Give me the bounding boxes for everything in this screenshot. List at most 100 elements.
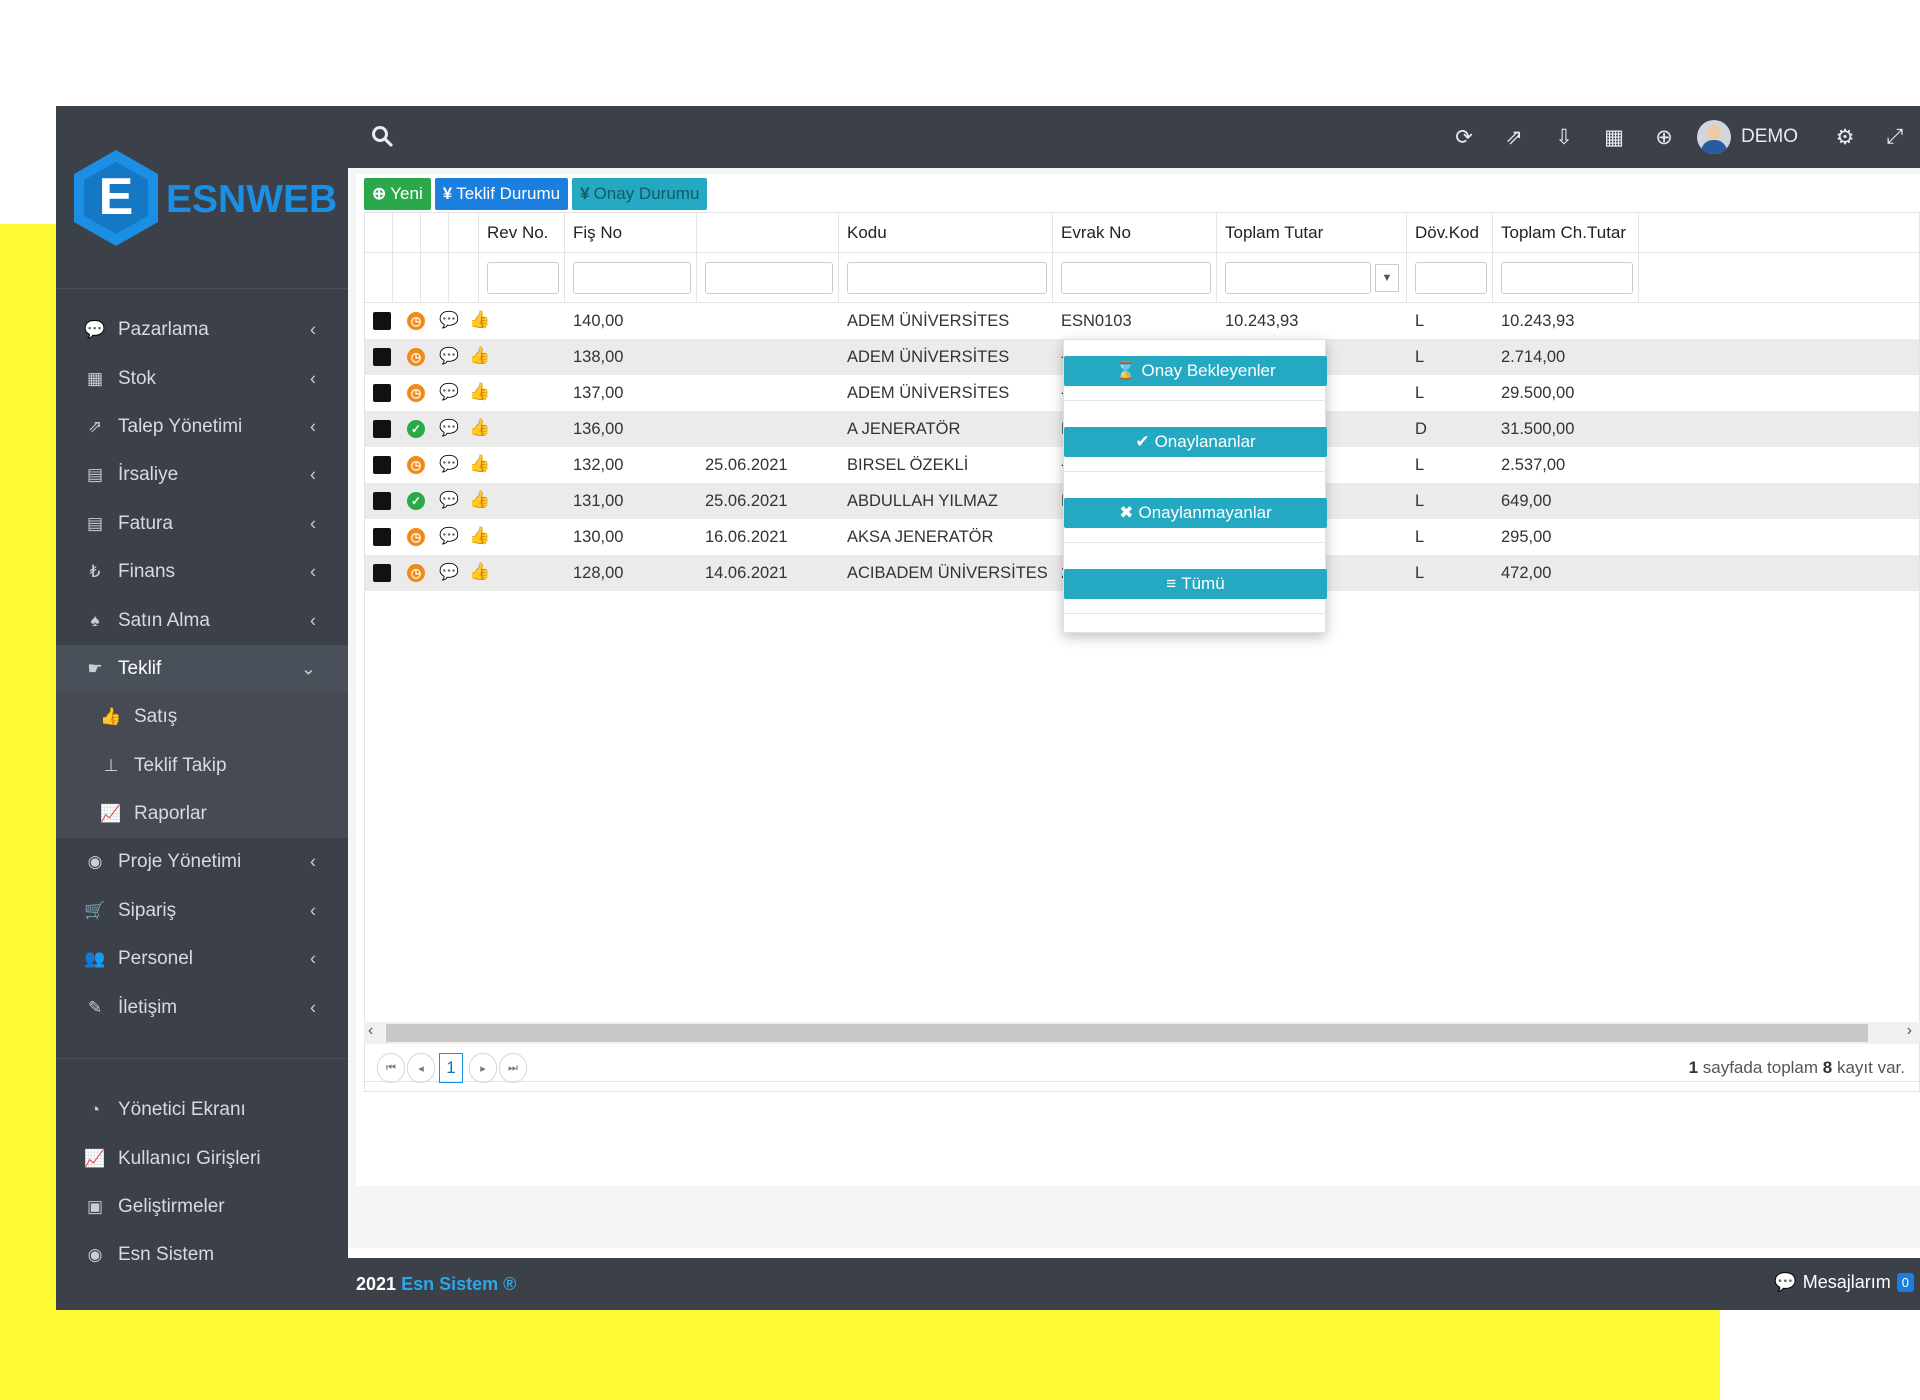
sidebar-item-satış[interactable]: 👍 Satış — [56, 693, 348, 742]
messages-link[interactable]: 💬 Mesajlarım 0 — [1774, 1272, 1914, 1293]
filter-input[interactable] — [573, 261, 691, 294]
thumbs-up-icon[interactable]: 👍 — [469, 454, 490, 473]
share-icon[interactable]: ⇗ — [1489, 125, 1539, 150]
clock-icon[interactable]: ◷ — [407, 528, 425, 546]
filter-input[interactable] — [1501, 261, 1633, 294]
dropdown-item[interactable]: ✖ Onaylanmayanlar — [1064, 498, 1327, 528]
scroll-right-icon[interactable]: › — [1907, 1022, 1912, 1040]
copy-icon[interactable] — [373, 420, 391, 438]
first-page-button[interactable]: ⏮ — [377, 1053, 405, 1083]
comments-icon[interactable]: 💬 — [439, 490, 459, 509]
scrollbar-thumb[interactable] — [386, 1024, 1868, 1042]
table-row[interactable]: ◷ 💬 👍 140,00 ADEM ÜNİVERSİTES ESN0103 10.243,9… — [365, 303, 1919, 339]
filter-cell — [565, 253, 697, 302]
sidebar-item-proje-yönetimi[interactable]: ◉ Proje Yönetimi ‹ — [56, 838, 348, 886]
copy-icon[interactable] — [373, 456, 391, 474]
dropdown-item[interactable]: ≡ Tümü — [1064, 569, 1327, 599]
plus-circle-icon[interactable]: ⊕ — [1639, 125, 1689, 150]
prev-page-button[interactable]: ◂ — [407, 1053, 435, 1083]
horizontal-scrollbar[interactable]: ‹ › — [364, 1022, 1920, 1044]
fullscreen-icon[interactable]: ⤢ — [1870, 125, 1920, 149]
sidebar-item-personel[interactable]: 👥 Personel ‹ — [56, 935, 348, 983]
onay-durumu-button[interactable]: ¥ Onay Durumu — [572, 178, 708, 210]
thumbs-up-icon[interactable]: 👍 — [469, 562, 490, 581]
clock-icon[interactable]: ◷ — [407, 384, 425, 402]
sidebar-item-i-rsaliye[interactable]: ▤ İrsaliye ‹ — [56, 451, 348, 499]
check-circle-icon[interactable]: ✓ — [407, 420, 425, 438]
column-header[interactable]: Fiş No — [565, 213, 697, 252]
sidebar-item-teklif-takip[interactable]: ⊥ Teklif Takip — [56, 741, 348, 790]
thumbs-up-icon[interactable]: 👍 — [469, 526, 490, 545]
filter-input[interactable] — [1061, 261, 1211, 294]
sidebar-item-raporlar[interactable]: 📈 Raporlar — [56, 789, 348, 839]
copy-icon[interactable] — [373, 564, 391, 582]
column-header[interactable] — [697, 213, 839, 252]
user-name[interactable]: DEMO — [1741, 126, 1798, 148]
filter-input[interactable] — [705, 261, 833, 294]
scroll-left-icon[interactable]: ‹ — [368, 1022, 373, 1040]
last-page-button[interactable]: ⏭ — [499, 1053, 527, 1083]
sidebar-item-esn-sistem[interactable]: ◉ Esn Sistem — [56, 1231, 348, 1279]
new-button[interactable]: ⊕ Yeni — [364, 178, 431, 210]
gear-icon[interactable]: ⚙ — [1820, 125, 1870, 150]
copy-icon[interactable] — [373, 384, 391, 402]
column-header[interactable]: Toplam Ch.Tutar — [1493, 213, 1639, 252]
filter-icon[interactable]: ▼ — [1375, 263, 1399, 292]
next-page-button[interactable]: ▸ — [469, 1053, 497, 1083]
comments-icon[interactable]: 💬 — [439, 526, 459, 545]
sidebar-item-sipariş[interactable]: 🛒 Sipariş ‹ — [56, 887, 348, 935]
filter-input[interactable] — [487, 261, 559, 294]
clock-icon[interactable]: ◷ — [407, 312, 425, 330]
column-header[interactable]: Evrak No — [1053, 213, 1217, 252]
column-header[interactable]: Döv.Kod — [1407, 213, 1493, 252]
thumbs-up-icon[interactable]: 👍 — [469, 310, 490, 329]
copy-icon[interactable] — [373, 492, 391, 510]
thumbs-up-icon[interactable]: 👍 — [469, 418, 490, 437]
footer-brand[interactable]: Esn Sistem ® — [401, 1274, 516, 1294]
clock-icon[interactable]: ◷ — [407, 456, 425, 474]
comments-icon[interactable]: 💬 — [439, 562, 459, 581]
clock-icon[interactable]: ◷ — [407, 348, 425, 366]
column-header[interactable]: Kodu — [839, 213, 1053, 252]
column-header[interactable]: Rev No. — [479, 213, 565, 252]
sidebar-item-fatura[interactable]: ▤ Fatura ‹ — [56, 500, 348, 548]
user-download-icon[interactable]: ⇩ — [1539, 125, 1589, 150]
sidebar-item-geliştirmeler[interactable]: ▣ Geliştirmeler — [56, 1183, 348, 1231]
copy-icon[interactable] — [373, 312, 391, 330]
search-icon[interactable] — [370, 124, 394, 148]
teklif-durumu-button[interactable]: ¥ Teklif Durumu — [434, 178, 569, 210]
check-circle-icon[interactable]: ✓ — [407, 492, 425, 510]
copy-icon[interactable] — [373, 348, 391, 366]
sidebar-item-kullanıcı-girişleri[interactable]: 📈 Kullanıcı Girişleri — [56, 1134, 348, 1182]
sidebar-item-teklif[interactable]: ☛ Teklif ⌄ — [56, 644, 348, 694]
thumbs-up-icon[interactable]: 👍 — [469, 490, 490, 509]
comments-icon[interactable]: 💬 — [439, 310, 459, 329]
grid-toolbar: ⊕ Yeni ¥ Teklif Durumu ¥ Onay Durumu — [364, 178, 708, 210]
dropdown-item[interactable]: ✔ Onaylananlar — [1064, 427, 1327, 457]
sidebar-item-pazarlama[interactable]: 💬 Pazarlama ‹ — [56, 306, 348, 354]
thumbs-up-icon[interactable]: 👍 — [469, 382, 490, 401]
filter-input[interactable] — [847, 261, 1047, 294]
calendar-icon[interactable]: ▦ — [1589, 125, 1639, 150]
refresh-icon[interactable]: ⟳ — [1439, 125, 1489, 150]
comments-icon[interactable]: 💬 — [439, 382, 459, 401]
current-page[interactable]: 1 — [439, 1053, 463, 1083]
sidebar-item-satın-alma[interactable]: ♠ Satın Alma ‹ — [56, 596, 348, 644]
filter-input[interactable] — [1225, 261, 1371, 294]
sidebar-item-talep-yönetimi[interactable]: ⇗ Talep Yönetimi ‹ — [56, 403, 348, 451]
clock-icon[interactable]: ◷ — [407, 564, 425, 582]
avatar[interactable] — [1697, 120, 1731, 154]
filter-input[interactable] — [1415, 261, 1487, 294]
column-header[interactable]: Toplam Tutar — [1217, 213, 1407, 252]
sidebar-item-yönetici-ekranı[interactable]: ◔ Yönetici Ekranı — [56, 1086, 348, 1134]
comments-icon[interactable]: 💬 — [439, 346, 459, 365]
sidebar-item-stok[interactable]: ▦ Stok ‹ — [56, 354, 348, 402]
copy-icon[interactable] — [373, 528, 391, 546]
comments-icon[interactable]: 💬 — [439, 454, 459, 473]
sidebar-item-finans[interactable]: ₺ Finans ‹ — [56, 548, 348, 596]
dropdown-item[interactable]: ⌛ Onay Bekleyenler — [1064, 356, 1327, 386]
comments-icon[interactable]: 💬 — [439, 418, 459, 437]
sidebar-item-i-letişim[interactable]: ✎ İletişim ‹ — [56, 983, 348, 1031]
thumbs-up-icon[interactable]: 👍 — [469, 346, 490, 365]
logo[interactable]: E ESNWEB — [70, 148, 340, 252]
